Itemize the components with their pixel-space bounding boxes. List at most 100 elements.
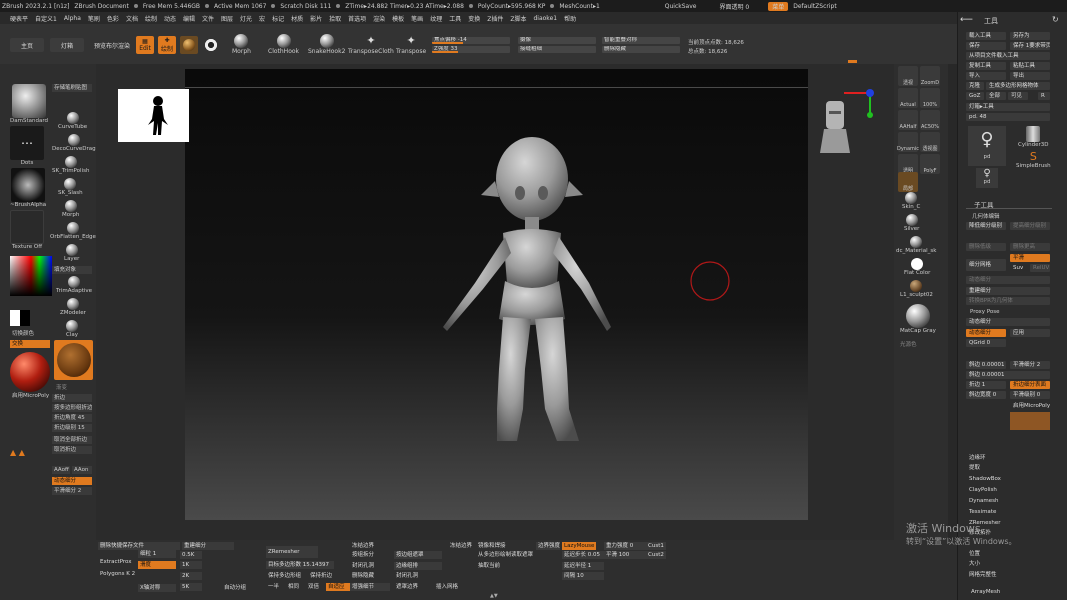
delete-higher-button[interactable]: 删除更高 — [1010, 243, 1050, 251]
z-intensity-slider[interactable]: Z强度 33 — [432, 46, 510, 53]
delete-lower-button[interactable]: 删除低级 — [966, 243, 1006, 251]
menu-item[interactable]: 动态 — [164, 14, 176, 23]
micropoly-options[interactable] — [1010, 412, 1050, 430]
character-model[interactable] — [185, 69, 808, 520]
zoom-100-button[interactable]: 100% — [920, 88, 940, 108]
menu-item[interactable]: 影片 — [310, 14, 322, 23]
navigator-thumbnail[interactable] — [118, 89, 189, 142]
bevel-slider[interactable]: 斜边 0.00001 — [966, 361, 1006, 369]
delete-hidden-button[interactable]: 删除隐藏 — [350, 572, 390, 580]
dynamic-sub-section[interactable]: 动态细分 — [966, 318, 1050, 326]
convert-bpr-button[interactable]: 转换BPR为几何体 — [966, 297, 1050, 305]
enable-micropoly-button[interactable]: 启用MicroPoly — [10, 392, 50, 400]
dynamesh-item[interactable]: Dynamesh — [966, 497, 1050, 505]
stroke-spacing-slider[interactable]: 间隔 10 — [562, 572, 604, 580]
tool-thumb-pd[interactable]: ♀ pd — [968, 126, 1006, 166]
menu-item[interactable]: 编辑 — [183, 14, 195, 23]
local-button[interactable]: 局部 — [898, 172, 918, 192]
visible-button[interactable]: 可见 — [1008, 92, 1028, 100]
size-item[interactable]: 大小 — [966, 560, 1050, 568]
actual-button[interactable]: Actual — [898, 88, 918, 108]
close-holes-button[interactable]: 封闭孔洞 — [350, 562, 390, 570]
menu-item[interactable]: 变换 — [468, 14, 480, 23]
menu-item[interactable]: 工具 — [449, 14, 461, 23]
brush-morph[interactable]: Morph — [62, 200, 79, 218]
fold-sub-slider[interactable]: 折边 1 — [966, 381, 1006, 389]
menu-toggle-button[interactable]: 菜单 — [768, 1, 789, 11]
persp-view-button[interactable]: 透视图 — [920, 132, 940, 152]
mask-by-poly-button[interactable]: 按边组遮罩 — [394, 551, 442, 559]
menu-item[interactable]: 图层 — [221, 14, 233, 23]
save-button[interactable]: 保存 — [966, 42, 1006, 50]
keep-groups-toggle[interactable]: 保持多边形组 — [266, 572, 304, 580]
lazy-step-slider[interactable]: 延迟步长 0.05 — [562, 551, 604, 559]
tessimate-item[interactable]: Tessimate — [966, 508, 1050, 516]
r-button[interactable]: R — [1038, 92, 1050, 100]
save-as-button[interactable]: 另存为 — [1010, 32, 1050, 40]
keep-creases-toggle[interactable]: 保持折边 — [308, 572, 338, 580]
dynamic-sub-toggle[interactable]: 动态细分 — [966, 329, 1006, 337]
menu-item[interactable]: 笔画 — [411, 14, 423, 23]
higher-res-button[interactable]: 提高细分级别 — [1010, 222, 1050, 230]
menu-item[interactable]: 宏 — [259, 14, 265, 23]
import-button[interactable]: 导入 — [966, 72, 1006, 80]
color-picker[interactable] — [10, 256, 52, 296]
palette-close-icon[interactable]: ↻ — [1052, 15, 1059, 24]
menu-item[interactable]: Z脚本 — [510, 14, 526, 23]
zoomd-button[interactable]: ZoomD — [920, 66, 940, 86]
x-symmetry-toggle[interactable]: X轴对称 — [138, 584, 176, 592]
cust1-button[interactable]: Cust1 — [646, 542, 666, 550]
smooth-subdiv-slider[interactable]: 平滑细分 2 — [52, 487, 92, 495]
material-dc[interactable]: dc_Material_sk — [896, 236, 936, 254]
insert-mesh-button[interactable]: 插入网格 — [434, 583, 468, 591]
aaoff-button[interactable]: AAoff — [52, 466, 70, 474]
brush-trimadaptive[interactable]: TrimAdaptive — [56, 276, 92, 294]
delete-quicksave-button[interactable]: 删除快捷保存文件 — [98, 542, 180, 550]
fold-level-slider[interactable]: 折边级别 15 — [52, 424, 92, 432]
lower-res-button[interactable]: 降低细分级别 — [966, 222, 1006, 230]
camera-slider[interactable]: 摄像 — [518, 37, 596, 44]
menu-item[interactable]: 绘制 — [145, 14, 157, 23]
goz-button[interactable]: GoZ — [966, 92, 984, 100]
rotate-button[interactable] — [202, 36, 220, 54]
adaptive-toggle[interactable]: 自适应 — [326, 583, 350, 591]
reluv-toggle[interactable]: RelUV — [1030, 264, 1050, 272]
menu-item[interactable]: diaoke1 — [533, 15, 557, 22]
divide-button[interactable]: 细分网格 — [966, 259, 1006, 271]
polish-groups-slider[interactable]: 边缘组排 — [394, 562, 442, 570]
shadowbox-item[interactable]: ShadowBox — [966, 475, 1050, 483]
extract-current-button[interactable]: 抽取当前 — [476, 562, 534, 570]
brush-zmodeler[interactable]: ZModeler — [60, 298, 86, 316]
claypolish-item[interactable]: ClayPolish — [966, 486, 1050, 494]
axis-gizmo-icon[interactable] — [840, 85, 880, 121]
menu-item[interactable]: 文档 — [126, 14, 138, 23]
res-2k-button[interactable]: 2K — [180, 572, 202, 580]
preview-render-button[interactable]: 预览布尔渲染 — [92, 38, 132, 52]
res-slider[interactable]: 细粒 1 — [138, 550, 176, 558]
material-matcap-gray[interactable]: MatCap Gray — [900, 304, 936, 334]
switch-color-button[interactable]: 切换颜色 — [10, 330, 48, 338]
all-button[interactable]: 全部 — [986, 92, 1006, 100]
dynamic-sub-header[interactable]: 动态细分 — [966, 276, 1050, 284]
tool-thumb-simplebrush[interactable]: S SimpleBrush — [1016, 150, 1051, 169]
material-l1-sculpt[interactable]: L1_sculpt02 — [900, 280, 933, 298]
aaon-button[interactable]: AAon — [72, 466, 92, 474]
alpha-picker[interactable]: ~BrushAlpha — [10, 168, 46, 208]
half-button[interactable]: 一半 — [266, 583, 284, 591]
save-brush-button[interactable]: 存储笔刷贴图 — [52, 84, 92, 92]
cancel-all-fold-button[interactable]: 取消全部折边 — [52, 436, 92, 444]
res-05k-button[interactable]: 0.5K — [180, 551, 202, 559]
fold-button[interactable]: 折边 — [52, 394, 92, 402]
dynamic-subdiv-button[interactable]: 动态细分 — [52, 477, 92, 485]
menu-item[interactable]: Z插件 — [487, 14, 503, 23]
fold-subdiv-surface-toggle[interactable]: 折边细分表面 — [1010, 381, 1050, 389]
extract-proxy-button[interactable]: ExtractProx — [98, 558, 136, 566]
save-variant-button[interactable]: 保存 1要求带页 1 — [1010, 42, 1050, 50]
lightbox-tool-button[interactable]: 灯箱▸工具 — [966, 103, 1050, 111]
tool-clothhook[interactable]: ClothHook — [268, 34, 299, 55]
reconstruct-subdiv-button[interactable]: 重建细分 — [966, 287, 1050, 295]
menu-item[interactable]: 模板 — [392, 14, 404, 23]
freeze-border-button[interactable]: 冻结边界 — [350, 542, 390, 550]
smart-symmetry-slider[interactable]: 智能重叠对称 — [602, 37, 680, 44]
menu-item[interactable]: 渲染 — [373, 14, 385, 23]
